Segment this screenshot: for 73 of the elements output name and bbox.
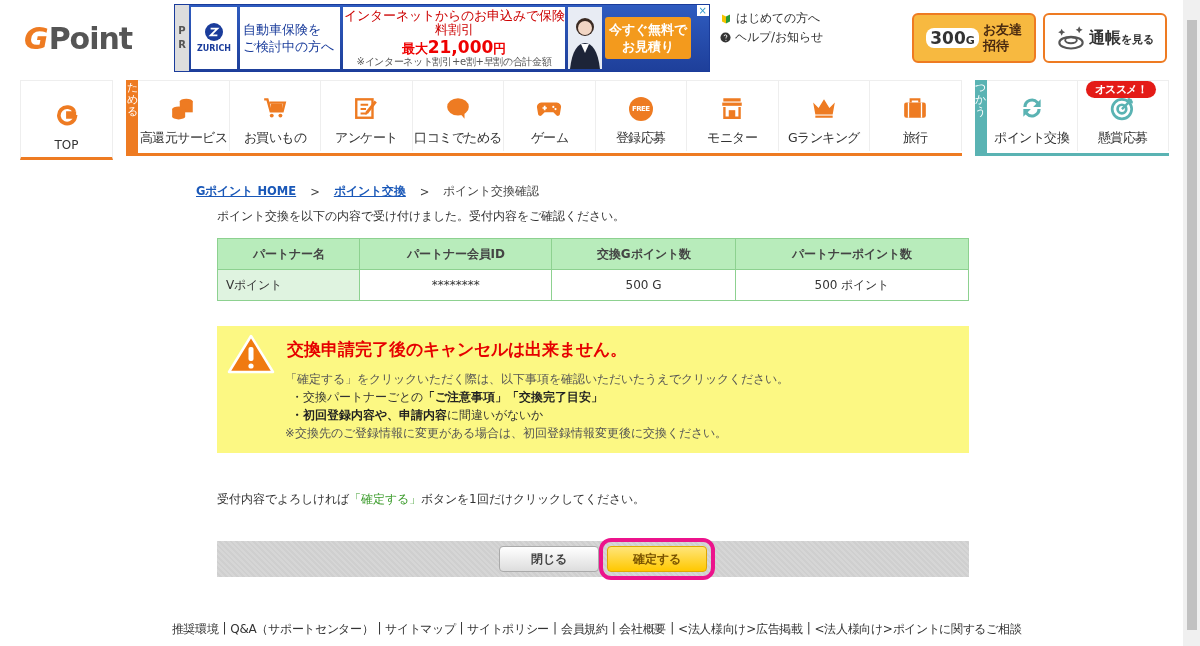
table-cell: 500 G: [551, 269, 736, 301]
footer-separator: |: [611, 621, 616, 637]
breadcrumb-text: ポイント交換確認: [443, 184, 540, 199]
footer-link[interactable]: 推奨環境: [171, 621, 219, 638]
warning-icon: [227, 334, 275, 374]
offer-note: ※インターネット割引+e割+早割の合計金額: [356, 56, 552, 68]
footer-link[interactable]: サイトポリシー: [467, 621, 550, 638]
table-cell: Vポイント: [217, 269, 360, 301]
footer-separator: |: [459, 621, 464, 637]
warning-title: 交換申請完了後のキャンセルは出来ません。: [287, 338, 628, 361]
column-header: パートナー名: [217, 238, 360, 270]
nav-tab[interactable]: アンケート: [321, 80, 413, 151]
target-icon: [1109, 95, 1136, 121]
offer-caption: インターネットからのお申込みで保険料割引: [343, 8, 565, 38]
footer-separator: |: [222, 621, 227, 637]
breadcrumb-link[interactable]: Gポイント HOME: [196, 184, 297, 199]
nav-tab[interactable]: Gランキング: [778, 80, 870, 151]
footer-link[interactable]: 会員規約: [560, 621, 608, 638]
nav-tab[interactable]: ゲーム: [504, 80, 596, 151]
nav-tab[interactable]: 高還元サービス: [138, 80, 230, 151]
footer-separator: |: [670, 621, 674, 637]
pr-label: PR: [175, 5, 189, 71]
warning-text: ・初回登録内容や、申請内容に間違いがないか: [290, 408, 544, 423]
ad-copy: 自動車保険を ご検討中の方へ: [240, 7, 340, 69]
breadcrumb-link[interactable]: ポイント交換: [333, 184, 406, 199]
column-header: 交換Gポイント数: [551, 238, 736, 270]
nav-tab[interactable]: ポイント交換: [986, 80, 1078, 151]
passbook-button[interactable]: 通帳を見る: [1043, 13, 1167, 63]
footer-separator: |: [806, 621, 811, 637]
header-link[interactable]: はじめての方へ: [720, 10, 824, 27]
footer-separator: |: [553, 621, 557, 637]
footer-link[interactable]: <法人様向け>広告掲載: [677, 621, 803, 638]
breadcrumb-separator: >: [419, 184, 430, 199]
beginner-mark-icon: [720, 12, 732, 25]
footer-separator: |: [377, 621, 382, 637]
recommend-badge: オススメ！: [1085, 81, 1156, 98]
intro-text: ポイント交換を以下の内容で受け付けました。受付内容をご確認ください。: [217, 208, 626, 225]
column-header: パートナーポイント数: [735, 238, 969, 270]
footer-link[interactable]: Q&A（サポートセンター）: [230, 621, 374, 638]
nav-tab[interactable]: お買いもの: [229, 80, 321, 151]
table-cell: ********: [359, 269, 552, 301]
nav-tab[interactable]: モニター: [687, 80, 779, 151]
coin-tray-icon: [1056, 24, 1085, 52]
footer-link[interactable]: サイトマップ: [385, 621, 456, 638]
warning-text: ・交換パートナーごとの「ご注意事項」「交換完了目安」: [290, 390, 604, 405]
warning-text: ※交換先のご登録情報に変更がある場合は、初回登録情報変更後に交換ください。: [285, 426, 728, 441]
offer-amount: 最大21,000円: [401, 37, 507, 57]
site-logo[interactable]: GPoint: [24, 20, 174, 56]
breadcrumb-separator: >: [310, 184, 320, 199]
survey-icon: [353, 95, 380, 121]
promo-label: お友達 招待: [982, 22, 1022, 54]
table-cell: 500 ポイント: [735, 269, 969, 301]
header-link[interactable]: ヘルプ/お知らせ: [720, 29, 824, 46]
column-header: パートナー会員ID: [359, 238, 552, 270]
warning-text: 「確定する」をクリックいただく際は、以下事項を確認いただいたうえでクリックください。: [285, 372, 789, 387]
nav-tab[interactable]: TOP: [20, 80, 113, 160]
help-icon: [720, 32, 731, 43]
brand-logo: ZURICH: [191, 7, 237, 69]
instruction-text: 受付内容でよろしければ「確定する」ボタンを1回だけクリックしてください。: [217, 491, 646, 508]
footer-link[interactable]: 会社概要: [619, 621, 667, 638]
close-button[interactable]: 閉じる: [499, 546, 599, 572]
promo-amount: 300G: [926, 28, 979, 48]
suitcase-icon: [902, 95, 929, 121]
nav-group-label: ためる: [126, 80, 138, 153]
nav-tab[interactable]: 口コミでためる: [412, 80, 504, 151]
footer-link[interactable]: <法人様向け>ポイントに関するご相談: [814, 621, 1022, 638]
scrollbar-thumb[interactable]: [1186, 20, 1197, 630]
g-logo-icon: [55, 104, 78, 126]
speech-bubble-icon: [444, 95, 471, 121]
promo-label: 通帳を見る: [1088, 27, 1154, 49]
nav-tab[interactable]: 旅行: [870, 80, 962, 151]
nav-group-label: つかう: [974, 80, 987, 153]
nav-tab[interactable]: オススメ！ 懸賞応募: [1077, 80, 1169, 151]
